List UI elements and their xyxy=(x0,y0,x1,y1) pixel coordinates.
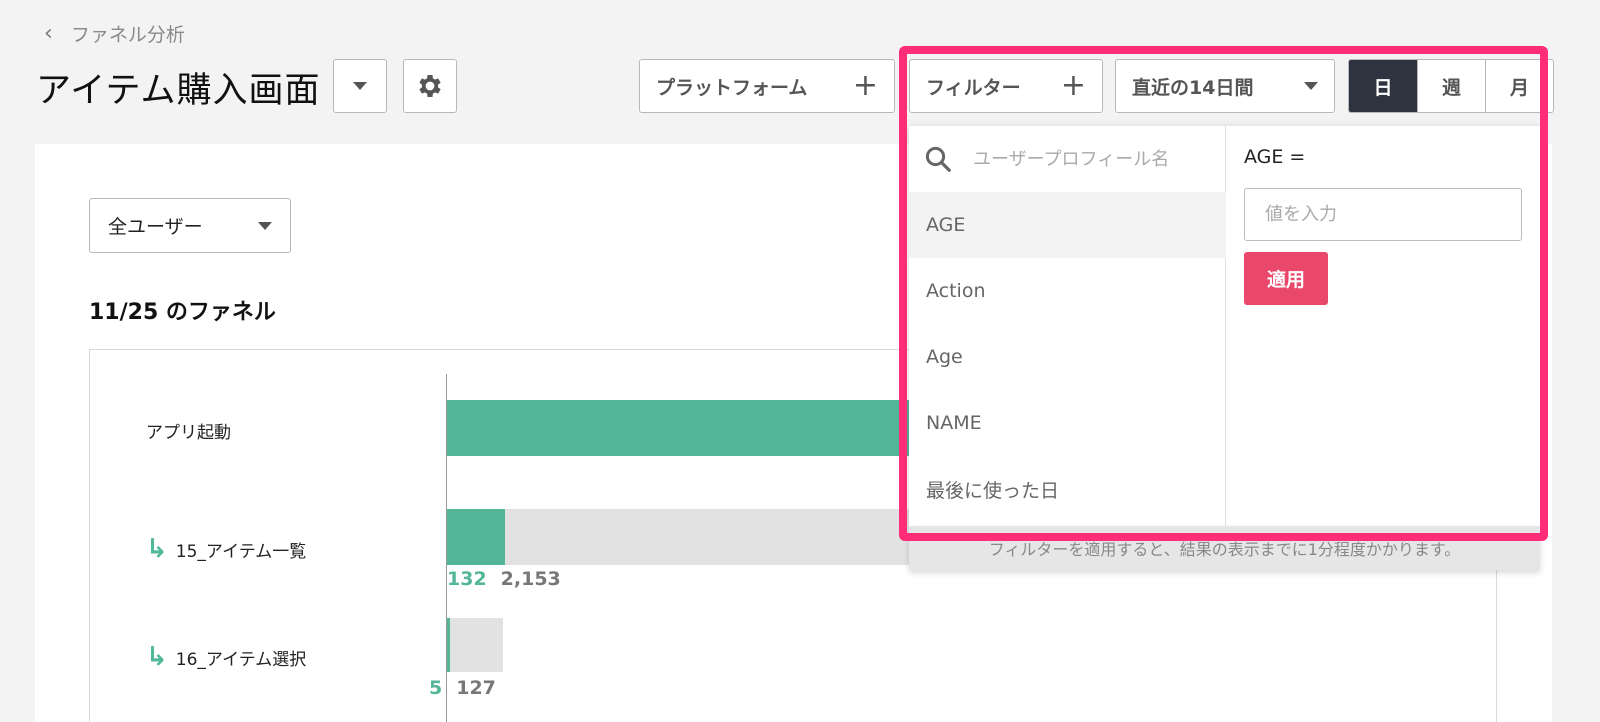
converted-count: 5 xyxy=(429,677,443,699)
property-item-age[interactable]: Age xyxy=(909,324,1226,390)
condition-label: AGE = xyxy=(1244,146,1306,168)
filter-dropdown: AGE Action Age NAME 最後に使った日 AGE = 適用 xyxy=(909,126,1540,526)
tab-month[interactable]: 月 xyxy=(1485,60,1553,112)
filter-add-button[interactable]: フィルター + xyxy=(909,59,1103,113)
step-counts: 132 2,153 xyxy=(447,568,627,590)
total-count: 127 xyxy=(456,677,496,699)
funnel-bar xyxy=(447,509,506,565)
step-label: ↳ 15_アイテム一覧 xyxy=(146,536,306,562)
platform-button-label: プラットフォーム xyxy=(656,76,808,99)
chevron-left-icon[interactable]: ‹ xyxy=(44,21,53,46)
user-segment-label: 全ユーザー xyxy=(108,216,203,238)
return-arrow-icon: ↳ xyxy=(146,642,168,672)
filter-button-label: フィルター xyxy=(926,76,1021,99)
funnel-heading: 11/25 のファネル xyxy=(89,300,276,325)
apply-button[interactable]: 適用 xyxy=(1244,252,1328,305)
plus-icon: + xyxy=(1060,68,1086,103)
step-label: ↳ 16_アイテム選択 xyxy=(146,644,306,670)
plus-icon: + xyxy=(852,68,878,103)
step-counts: 5 127 xyxy=(429,677,549,699)
date-range-select[interactable]: 直近の14日間 xyxy=(1115,59,1335,113)
caret-down-icon xyxy=(353,82,367,90)
user-segment-select[interactable]: 全ユーザー xyxy=(89,198,291,253)
caret-down-icon xyxy=(1304,82,1318,90)
date-range-label: 直近の14日間 xyxy=(1132,76,1254,99)
breadcrumb: ‹ ファネル分析 xyxy=(44,18,185,48)
caret-down-icon xyxy=(258,221,272,230)
title-dropdown-button[interactable] xyxy=(333,59,387,113)
step-name: 15_アイテム一覧 xyxy=(175,541,307,562)
filter-note: フィルターを適用すると、結果の表示までに1分程度かかります。 xyxy=(909,526,1540,570)
converted-count: 132 xyxy=(447,568,487,590)
tab-week[interactable]: 週 xyxy=(1417,60,1485,112)
gear-icon xyxy=(419,75,441,97)
period-toggle: 日 週 月 xyxy=(1348,59,1554,113)
property-search-input[interactable] xyxy=(973,148,1213,170)
tab-day[interactable]: 日 xyxy=(1349,60,1417,112)
filter-value-input[interactable] xyxy=(1244,188,1522,241)
platform-add-button[interactable]: プラットフォーム + xyxy=(639,59,895,113)
property-list-panel: AGE Action Age NAME 最後に使った日 xyxy=(909,126,1226,526)
return-arrow-icon: ↳ xyxy=(146,534,168,564)
step-name: アプリ起動 xyxy=(146,423,231,443)
total-count: 2,153 xyxy=(500,568,561,590)
settings-button[interactable] xyxy=(403,59,457,113)
property-item-age-upper[interactable]: AGE xyxy=(909,192,1226,258)
property-item-last-used[interactable]: 最後に使った日 xyxy=(909,456,1226,522)
property-search xyxy=(909,126,1226,192)
step-name: 16_アイテム選択 xyxy=(175,649,307,670)
property-item-name[interactable]: NAME xyxy=(909,390,1226,456)
breadcrumb-label[interactable]: ファネル分析 xyxy=(71,20,185,47)
funnel-bar xyxy=(447,618,450,672)
property-item-action[interactable]: Action xyxy=(909,258,1226,324)
search-icon xyxy=(925,146,951,172)
step-label: アプリ起動 xyxy=(146,418,231,443)
page-title: アイテム購入画面 xyxy=(36,71,321,111)
funnel-bar-track xyxy=(447,618,504,672)
